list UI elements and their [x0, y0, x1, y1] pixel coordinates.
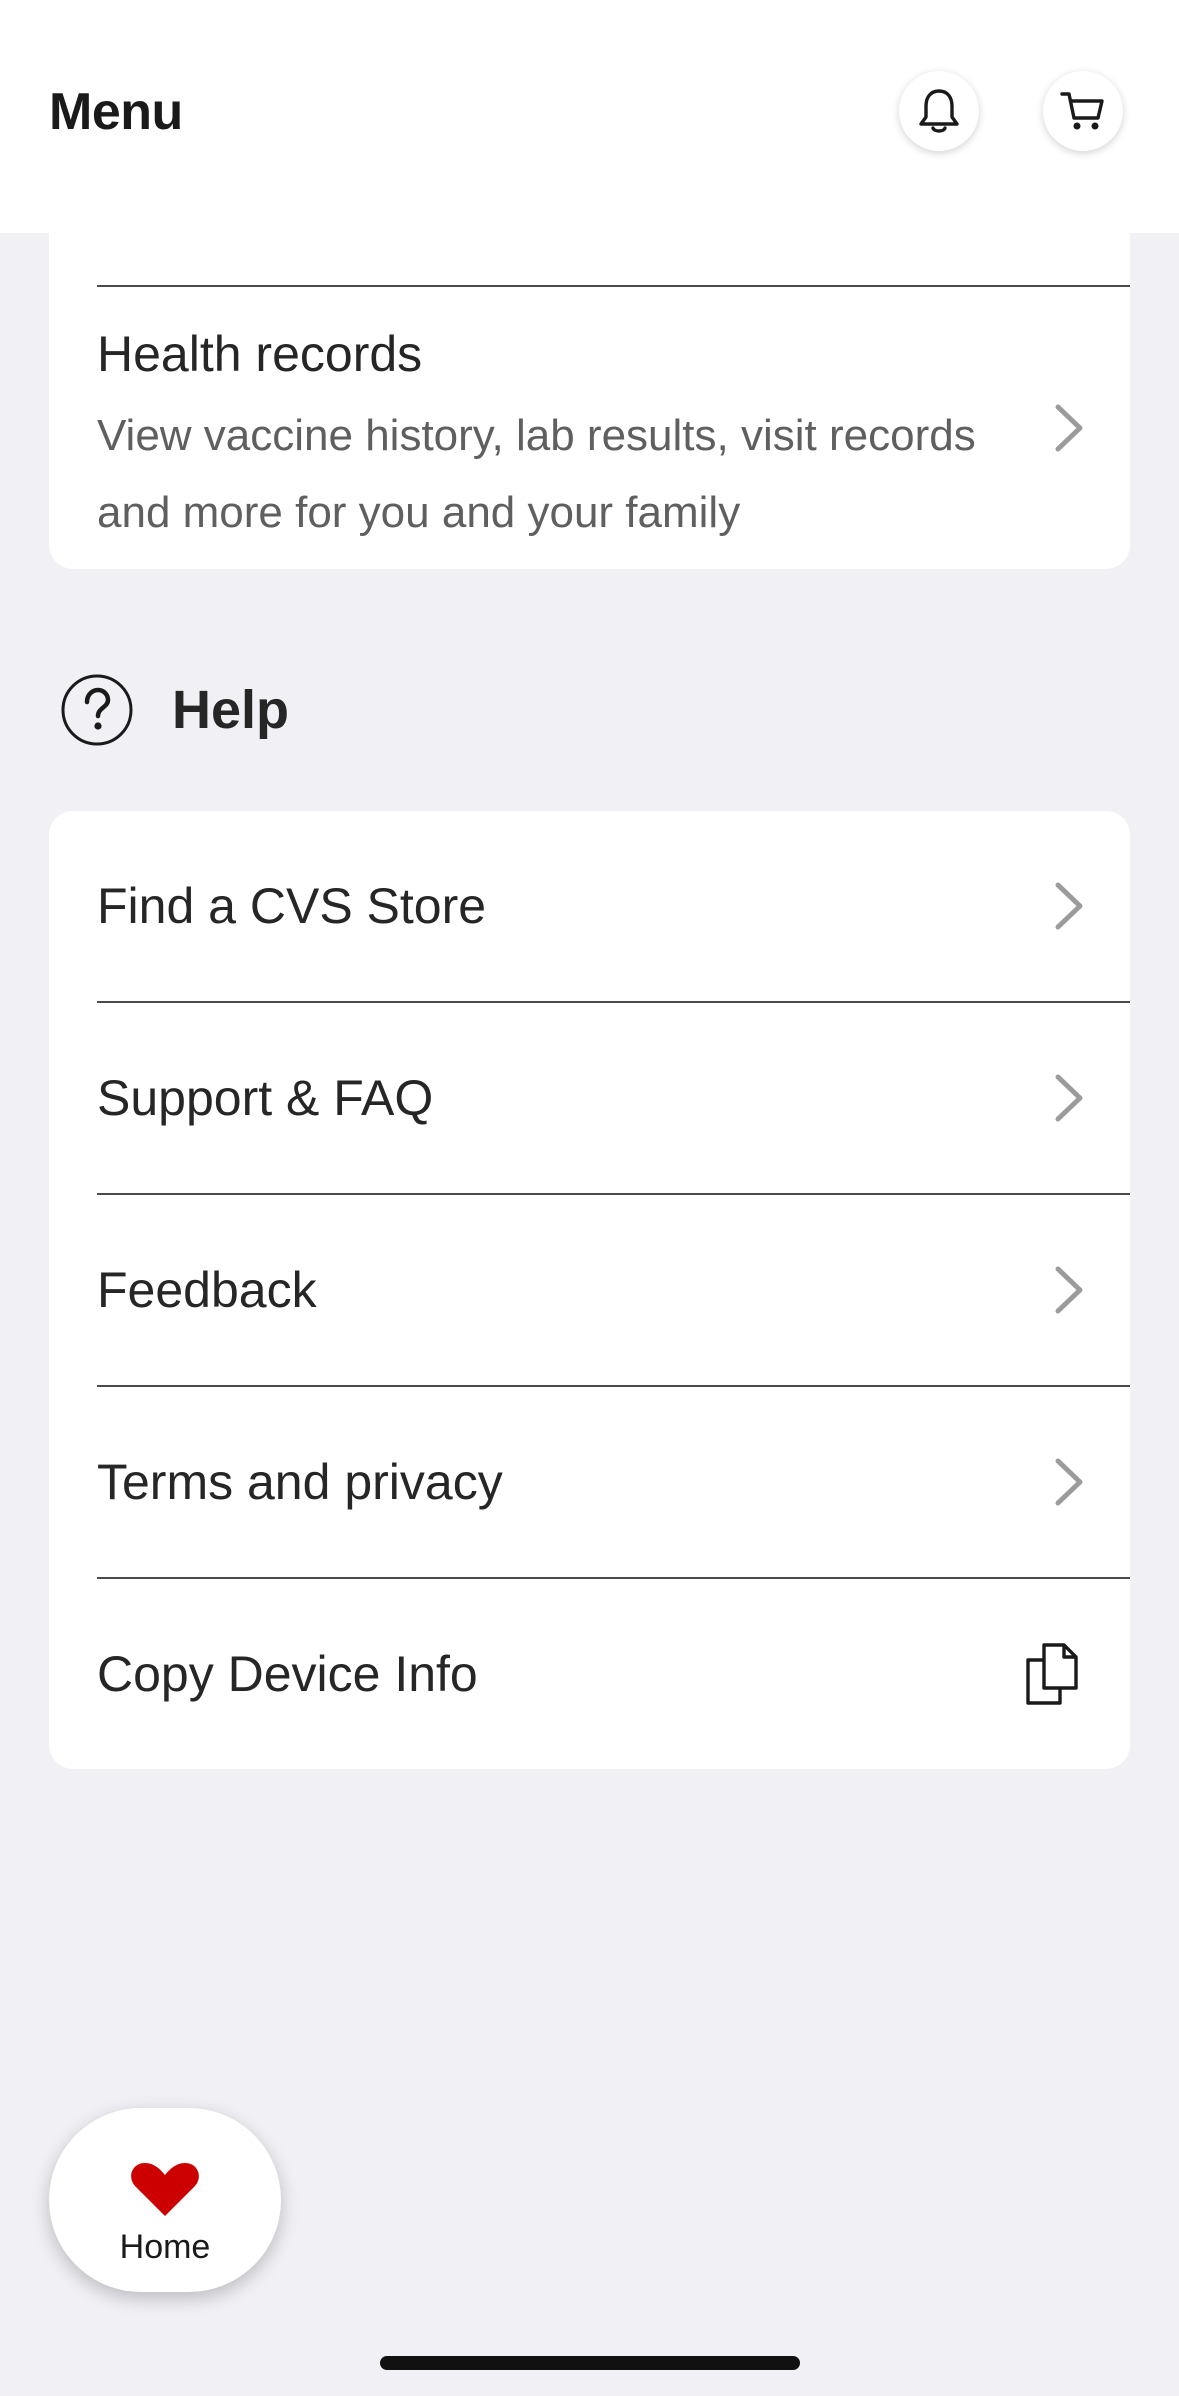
health-card: Health records View vaccine history, lab…: [49, 180, 1130, 569]
help-item-label: Terms and privacy: [97, 1454, 503, 1510]
help-item-label: Copy Device Info: [97, 1646, 478, 1702]
help-item-support-faq[interactable]: Support & FAQ: [49, 1003, 1130, 1193]
chevron-right-icon: [1055, 1074, 1083, 1122]
copy-icon: [1026, 1643, 1078, 1705]
home-label: Home: [119, 2228, 211, 2266]
health-records-row[interactable]: Health records View vaccine history, lab…: [49, 287, 1130, 569]
home-indicator: [380, 2356, 800, 2370]
home-button[interactable]: Home: [49, 2108, 281, 2292]
help-section-header: Help: [60, 673, 289, 747]
help-item-find-store[interactable]: Find a CVS Store: [49, 811, 1130, 1001]
question-circle-icon: [61, 674, 133, 746]
help-item-label: Feedback: [97, 1262, 317, 1318]
chevron-right-icon: [1055, 1266, 1083, 1314]
help-item-label: Find a CVS Store: [97, 878, 487, 934]
top-bar: Menu: [0, 0, 1179, 233]
help-title: Help: [172, 680, 290, 740]
help-card: Find a CVS Store Support & FAQ Feedback …: [49, 811, 1130, 1769]
chevron-right-icon: [1055, 1458, 1083, 1506]
chevron-right-icon: [1055, 882, 1083, 930]
page-title: Menu: [49, 83, 183, 141]
cart-button[interactable]: [1043, 71, 1123, 151]
health-records-title: Health records: [97, 326, 423, 382]
chevron-right-icon: [1055, 404, 1083, 452]
bell-icon: [919, 89, 959, 133]
help-item-terms-privacy[interactable]: Terms and privacy: [49, 1387, 1130, 1577]
notifications-button[interactable]: [899, 71, 979, 151]
help-item-label: Support & FAQ: [97, 1070, 434, 1126]
health-records-description: View vaccine history, lab results, visit…: [97, 411, 976, 537]
cart-icon: [1060, 92, 1104, 130]
help-item-feedback[interactable]: Feedback: [49, 1195, 1130, 1385]
heart-icon: [131, 2163, 199, 2216]
help-item-copy-device-info[interactable]: Copy Device Info: [49, 1579, 1130, 1769]
